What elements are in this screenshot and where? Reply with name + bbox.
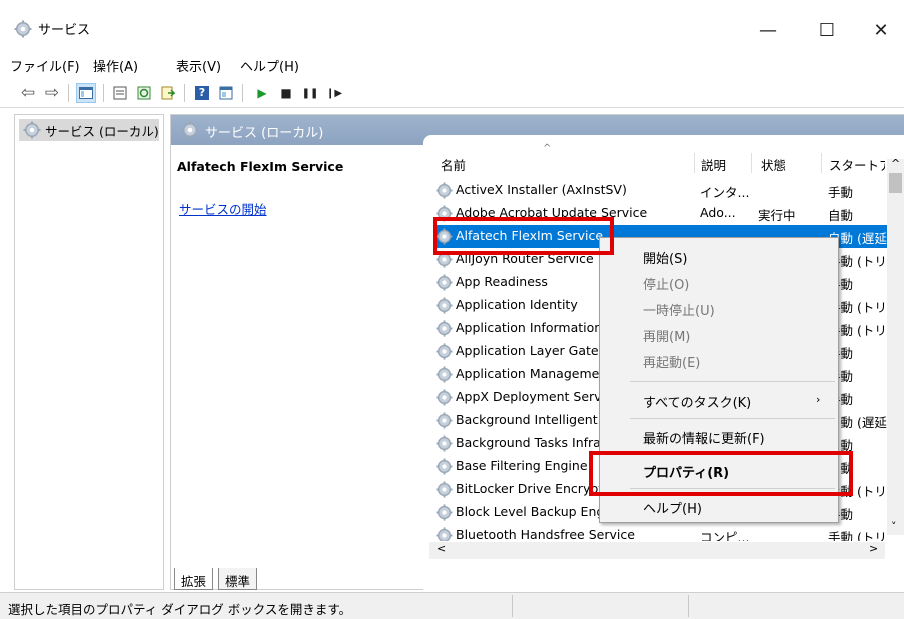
- toolbar: ⇦ ⇨ ? ▶ ■ ❚❚ ❙▶: [0, 78, 904, 108]
- menu-item-stop[interactable]: 停止(O): [643, 274, 689, 293]
- scroll-right-icon[interactable]: >: [869, 542, 878, 555]
- vertical-scroll-thumb[interactable]: [889, 173, 902, 193]
- back-icon[interactable]: ⇦: [18, 83, 38, 103]
- service-name: Application Identity: [456, 297, 578, 312]
- service-gear-icon: [436, 412, 453, 429]
- stop-icon[interactable]: ■: [276, 83, 296, 103]
- highlight-box-service: [433, 217, 614, 255]
- table-row[interactable]: ActiveX Installer (AxInstSV) インタ... 手動: [436, 179, 887, 202]
- tab-extended[interactable]: 拡張: [174, 568, 214, 590]
- forward-icon[interactable]: ⇨: [42, 83, 62, 103]
- tab-standard[interactable]: 標準: [218, 568, 258, 590]
- show-tree-icon[interactable]: [76, 83, 96, 103]
- service-gear-icon: [436, 297, 453, 314]
- service-name: App Readiness: [456, 274, 548, 289]
- service-name: Application Information: [456, 320, 603, 335]
- service-gear-icon: [436, 320, 453, 337]
- status-divider: [512, 595, 513, 617]
- resume-icon[interactable]: ❙▶: [324, 83, 344, 103]
- toolbar-divider: [184, 84, 185, 102]
- scroll-left-icon[interactable]: <: [437, 542, 446, 555]
- toolbar-divider: [103, 84, 104, 102]
- properties-icon[interactable]: [110, 83, 130, 103]
- menu-item-resume[interactable]: 再開(M): [643, 326, 690, 345]
- service-startup: 自動: [828, 208, 854, 223]
- menu-item-all-tasks[interactable]: すべてのタスク(K): [643, 392, 751, 411]
- menu-action[interactable]: 操作(A): [93, 56, 138, 75]
- start-icon[interactable]: ▶: [252, 83, 272, 103]
- tree-node-label: サービス (ローカル): [45, 123, 159, 139]
- service-description: Ado...: [700, 205, 736, 220]
- submenu-arrow-icon: ›: [816, 393, 821, 406]
- status-divider: [688, 595, 689, 617]
- minimize-button[interactable]: —: [745, 10, 791, 50]
- menu-item-pause[interactable]: 一時停止(U): [643, 300, 715, 319]
- refresh-icon[interactable]: [134, 83, 154, 103]
- menu-view[interactable]: 表示(V): [176, 56, 221, 75]
- service-startup: 手動 (トリ: [828, 530, 887, 541]
- service-gear-icon: [436, 389, 453, 406]
- service-name: Bluetooth Handsfree Service: [456, 527, 635, 541]
- service-gear-icon: [436, 527, 453, 541]
- scroll-down-icon[interactable]: ˅: [891, 520, 897, 533]
- menu-separator: [630, 418, 835, 419]
- export-icon[interactable]: [158, 83, 178, 103]
- services-icon: [23, 121, 41, 139]
- service-startup: 手動: [828, 185, 854, 200]
- scroll-up-icon[interactable]: ^: [891, 157, 900, 170]
- service-description: インタ...: [700, 185, 750, 200]
- toolbar-divider: [68, 84, 69, 102]
- maximize-button[interactable]: ☐: [804, 10, 850, 50]
- service-gear-icon: [436, 504, 453, 521]
- service-gear-icon: [436, 458, 453, 475]
- menu-item-refresh[interactable]: 最新の情報に更新(F): [643, 428, 765, 447]
- status-text: 選択した項目のプロパティ ダイアログ ボックスを開きます。: [8, 602, 352, 617]
- tree-pane: サービス (ローカル): [14, 114, 164, 590]
- tree-node-services-local[interactable]: サービス (ローカル): [19, 119, 159, 141]
- pause-icon[interactable]: ❚❚: [300, 83, 320, 103]
- view-tabs: 拡張 標準: [170, 568, 370, 590]
- view-icon[interactable]: [216, 83, 236, 103]
- menu-file[interactable]: ファイル(F): [10, 56, 80, 75]
- help-icon[interactable]: ?: [192, 83, 212, 103]
- table-row[interactable]: Bluetooth Handsfree Service コンピ... 手動 (トリ: [436, 524, 887, 541]
- service-status: 実行中: [758, 208, 796, 223]
- service-gear-icon: [436, 182, 453, 199]
- close-button[interactable]: ✕: [858, 10, 904, 50]
- service-name: Application Management: [456, 366, 613, 381]
- menu-item-help[interactable]: ヘルプ(H): [643, 498, 702, 517]
- status-bar: 選択した項目のプロパティ ダイアログ ボックスを開きます。: [0, 592, 904, 619]
- service-gear-icon: [436, 343, 453, 360]
- highlight-box-properties: [589, 451, 853, 496]
- service-name: Base Filtering Engine: [456, 458, 588, 473]
- service-name: ActiveX Installer (AxInstSV): [456, 182, 627, 197]
- title-bar: サービス — ☐ ✕: [0, 0, 904, 50]
- menu-separator: [630, 381, 835, 382]
- service-description: コンピ...: [700, 530, 750, 541]
- window-title: サービス: [38, 23, 91, 38]
- service-gear-icon: [436, 274, 453, 291]
- menu-help[interactable]: ヘルプ(H): [240, 56, 299, 75]
- service-gear-icon: [436, 366, 453, 383]
- menu-bar: ファイル(F) 操作(A) 表示(V) ヘルプ(H): [0, 50, 904, 78]
- vertical-scrollbar[interactable]: ^ ˅: [887, 157, 904, 535]
- horizontal-scrollbar[interactable]: < >: [429, 542, 885, 559]
- toolbar-divider: [242, 84, 243, 102]
- services-app-icon: [14, 20, 32, 38]
- menu-item-restart[interactable]: 再起動(E): [643, 352, 700, 371]
- service-gear-icon: [436, 435, 453, 452]
- service-gear-icon: [436, 481, 453, 498]
- menu-item-start[interactable]: 開始(S): [643, 248, 687, 267]
- help-icon-glyph: ?: [195, 86, 209, 100]
